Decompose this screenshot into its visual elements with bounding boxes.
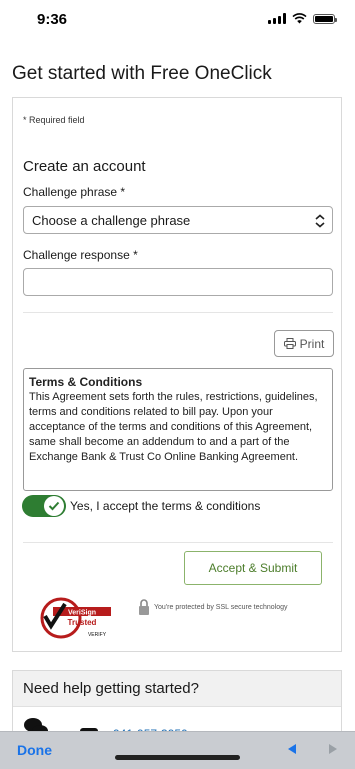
challenge-response-label: Challenge response * (23, 248, 138, 262)
ssl-text: You're protected by SSL secure technolog… (154, 603, 288, 611)
status-time: 9:36 (37, 11, 68, 28)
accept-terms-toggle[interactable] (22, 495, 66, 517)
required-field-note: * Required field (23, 115, 85, 125)
toggle-knob (44, 496, 64, 516)
chevron-updown-icon (315, 214, 325, 228)
signup-form-card: * Required field Create an account Chall… (12, 97, 342, 652)
done-button[interactable]: Done (17, 742, 52, 758)
next-field-icon[interactable] (329, 744, 337, 754)
previous-field-icon[interactable] (288, 744, 296, 754)
ssl-badge: You're protected by SSL secure technolog… (138, 598, 288, 616)
divider (23, 312, 333, 313)
status-icons (268, 13, 337, 24)
printer-icon (283, 338, 296, 349)
home-indicator (115, 755, 240, 760)
status-bar: 9:36 (0, 0, 355, 40)
accept-terms-label: Yes, I accept the terms & conditions (70, 499, 261, 513)
verisign-line1: VeriSign (68, 610, 96, 617)
print-button[interactable]: Print (274, 330, 334, 357)
battery-icon (313, 13, 337, 24)
challenge-phrase-select[interactable]: Choose a challenge phrase (23, 206, 333, 234)
print-label: Print (299, 336, 325, 351)
divider (23, 542, 333, 543)
accept-submit-button[interactable]: Accept & Submit (184, 551, 322, 585)
wifi-icon (292, 13, 307, 24)
terms-title: Terms & Conditions (29, 375, 143, 389)
terms-text: This Agreement sets forth the rules, res… (29, 391, 318, 463)
verisign-verify: VERIFY (88, 632, 107, 638)
verisign-trusted-seal: VeriSign Trusted VERIFY (40, 597, 111, 639)
challenge-phrase-label: Challenge phrase * (23, 185, 126, 199)
page-title: Get started with Free OneClick (12, 63, 272, 84)
terms-scroll-box[interactable]: Terms & Conditions This Agreement sets f… (23, 368, 333, 491)
create-account-heading: Create an account (23, 158, 146, 175)
challenge-phrase-selected: Choose a challenge phrase (32, 213, 191, 228)
verisign-line2: Trusted (68, 618, 97, 627)
lock-icon (139, 599, 149, 615)
challenge-response-input[interactable] (23, 268, 333, 296)
cellular-signal-icon (268, 13, 286, 24)
checkmark-icon (48, 501, 60, 511)
help-heading: Need help getting started? (13, 671, 341, 707)
keyboard-toolbar: Done (0, 731, 355, 769)
